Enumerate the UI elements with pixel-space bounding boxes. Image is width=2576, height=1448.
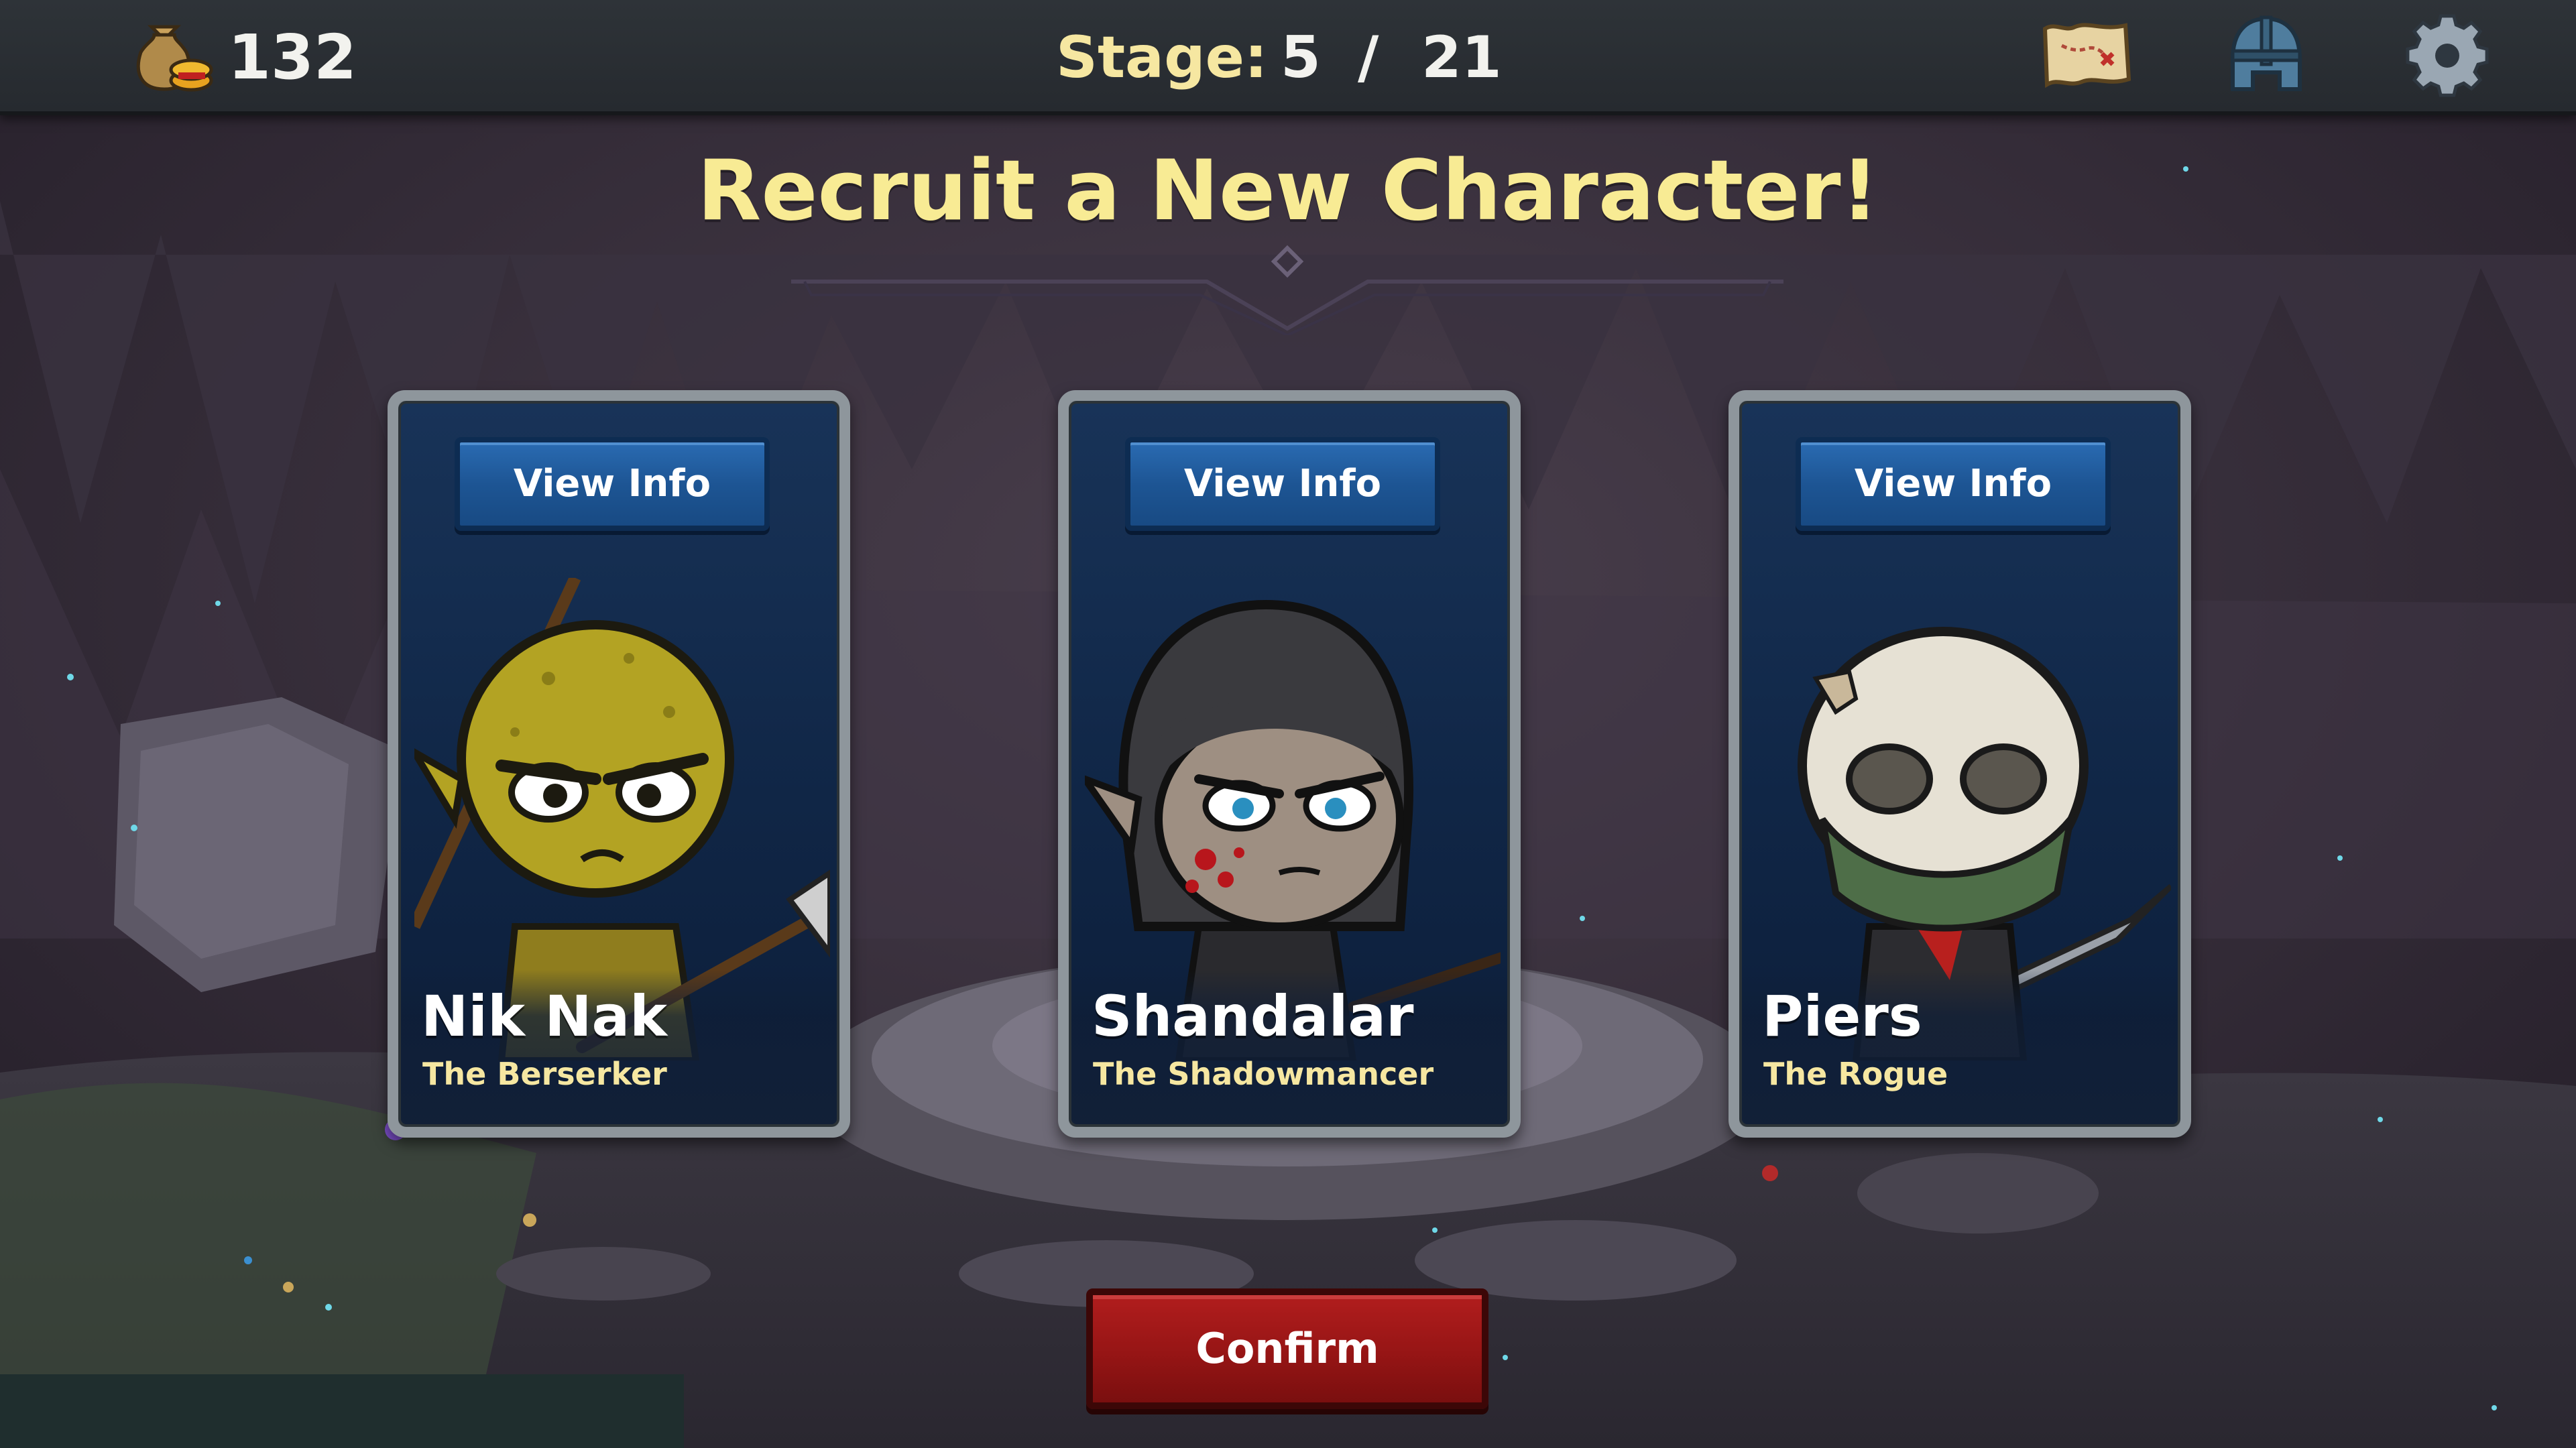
title-ornament (791, 245, 1783, 335)
character-card-nik-nak[interactable]: View Info Nik Nak The Berserker (388, 390, 850, 1138)
stage-current: 5 (1281, 24, 1321, 91)
view-info-button[interactable]: View Info (1125, 437, 1440, 531)
stage-separator: / (1358, 24, 1379, 91)
stage-label: Stage: (1056, 24, 1268, 91)
character-card-shandalar[interactable]: View Info Shandalar The Shadowmancer (1058, 390, 1521, 1138)
character-card-piers[interactable]: View Info Piers The Rogue (1729, 390, 2191, 1138)
character-class: The Berserker (422, 1056, 667, 1092)
character-class: The Shadowmancer (1093, 1056, 1434, 1092)
confirm-button[interactable]: Confirm (1086, 1288, 1488, 1409)
character-name: Nik Nak (421, 983, 668, 1049)
top-bar: 132 Stage: 5 / 21 (0, 0, 2576, 115)
knight-helmet-icon[interactable] (2216, 12, 2317, 99)
page-title: Recruit a New Character! (697, 143, 1879, 239)
character-name: Piers (1762, 983, 1922, 1049)
character-name: Shandalar (1092, 983, 1414, 1049)
view-info-button[interactable]: View Info (455, 437, 770, 531)
stage-total: 21 (1421, 24, 1502, 91)
character-class: The Rogue (1763, 1056, 1948, 1092)
gold-sack-icon (136, 25, 213, 92)
view-info-button[interactable]: View Info (1796, 437, 2111, 531)
treasure-map-icon[interactable] (2035, 12, 2135, 99)
gold-count: 132 (228, 21, 357, 93)
gear-icon[interactable] (2397, 12, 2498, 99)
game-screen: 132 Stage: 5 / 21 Recruit a New Characte… (0, 0, 2576, 1448)
